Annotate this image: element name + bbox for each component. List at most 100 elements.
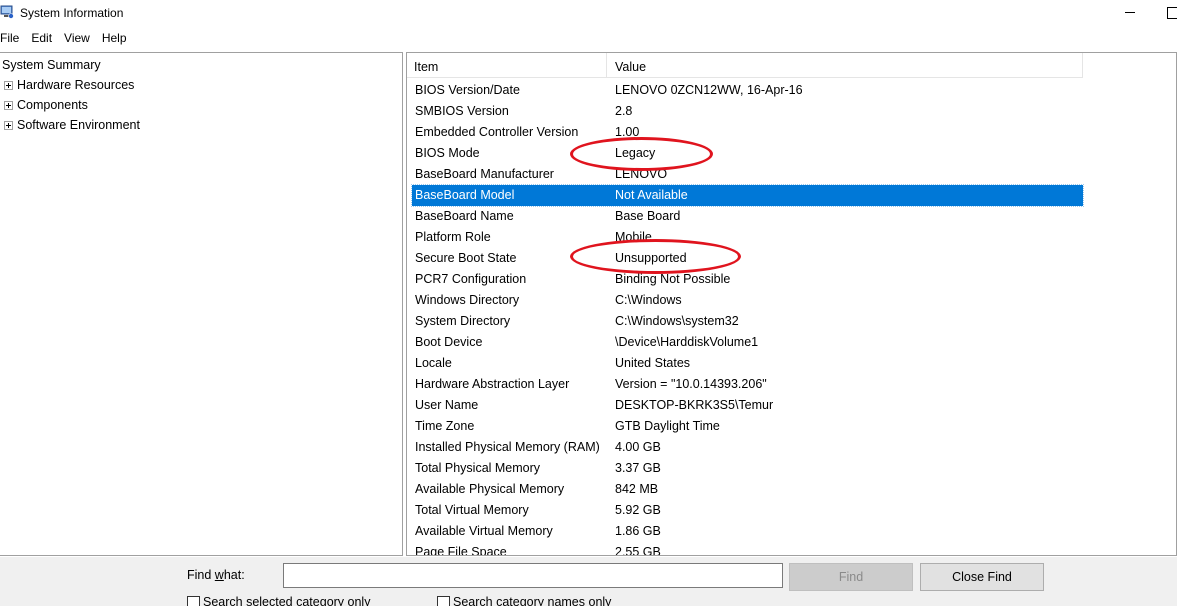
menu-view[interactable]: View <box>58 28 96 48</box>
checkbox-box[interactable] <box>187 596 200 606</box>
row-item-cell: Embedded Controller Version <box>415 125 579 139</box>
table-row[interactable]: Available Virtual Memory 1.86 GB <box>412 521 1083 542</box>
row-value-cell: United States <box>615 356 691 370</box>
table-row[interactable]: Time Zone GTB Daylight Time <box>412 416 1083 437</box>
row-value-cell: Base Board <box>615 209 681 223</box>
table-row[interactable]: Platform Role Mobile <box>412 227 1083 248</box>
expand-icon[interactable] <box>4 120 13 130</box>
row-item-cell: Time Zone <box>415 419 475 433</box>
row-value-cell: \Device\HarddiskVolume1 <box>615 335 759 349</box>
checkbox-label: Search category names only <box>453 595 612 606</box>
row-item-cell: Available Physical Memory <box>415 482 565 496</box>
row-value-cell: 3.37 GB <box>615 461 661 475</box>
row-value-cell: Mobile <box>615 230 652 244</box>
row-item-cell: Total Virtual Memory <box>415 503 529 517</box>
system-information-icon <box>0 5 14 19</box>
checkbox-box[interactable] <box>437 596 450 606</box>
list-rows: BIOS Version/Date LENOVO 0ZCN12WW, 16-Apr… <box>411 80 1084 556</box>
row-value-cell: LENOVO 0ZCN12WW, 16-Apr-16 <box>615 83 803 97</box>
row-item-cell: SMBIOS Version <box>415 104 509 118</box>
search-category-names-checkbox[interactable]: Search category names only <box>437 595 611 606</box>
row-item-cell: System Directory <box>415 314 511 328</box>
row-value-cell: LENOVO <box>615 167 668 181</box>
maximize-button[interactable] <box>1160 1 1177 23</box>
close-find-button[interactable]: Close Find <box>920 563 1044 591</box>
table-row[interactable]: SMBIOS Version 2.8 <box>412 101 1083 122</box>
tree-item-hardware-resources[interactable]: Hardware Resources <box>0 76 134 94</box>
menu-help[interactable]: Help <box>96 28 133 48</box>
row-item-cell: Total Physical Memory <box>415 461 541 475</box>
table-row[interactable]: Boot Device \Device\HarddiskVolume1 <box>412 332 1083 353</box>
details-list[interactable]: Item Value BIOS Version/Date LENOVO 0ZCN1… <box>406 52 1177 556</box>
find-button[interactable]: Find <box>789 563 913 591</box>
row-value-cell: C:\Windows\system32 <box>615 314 739 328</box>
table-row[interactable]: BaseBoard Manufacturer LENOVO <box>412 164 1083 185</box>
row-item-cell: Windows Directory <box>415 293 520 307</box>
find-label: Find what: <box>187 568 245 582</box>
table-row[interactable]: Embedded Controller Version 1.00 <box>412 122 1083 143</box>
row-item-cell: Installed Physical Memory (RAM) <box>415 440 600 454</box>
table-row[interactable]: Hardware Abstraction Layer Version = "10.… <box>412 374 1083 395</box>
row-value-cell: 2.55 GB <box>615 545 661 556</box>
table-row[interactable]: BaseBoard Model Not Available <box>411 184 1084 207</box>
table-row[interactable]: Installed Physical Memory (RAM) 4.00 GB <box>412 437 1083 458</box>
expand-icon[interactable] <box>4 100 13 110</box>
menu-file[interactable]: File <box>0 28 25 48</box>
table-row[interactable]: BIOS Version/Date LENOVO 0ZCN12WW, 16-Apr… <box>412 80 1083 101</box>
tree-item-label: Hardware Resources <box>17 78 135 92</box>
table-row[interactable]: Total Physical Memory 3.37 GB <box>412 458 1083 479</box>
column-header-value[interactable]: Value <box>608 53 1083 78</box>
table-row[interactable]: Page File Space 2.55 GB <box>412 542 1083 556</box>
table-row[interactable]: Locale United States <box>412 353 1083 374</box>
minimize-button[interactable] <box>1119 1 1141 23</box>
row-value-cell: Not Available <box>615 188 688 202</box>
row-value-cell: Unsupported <box>615 251 687 265</box>
row-item-cell: Hardware Abstraction Layer <box>415 377 570 391</box>
row-item-cell: BaseBoard Model <box>415 188 515 202</box>
row-value-cell: 4.00 GB <box>615 440 661 454</box>
row-item-cell: BIOS Mode <box>415 146 480 160</box>
row-value-cell: GTB Daylight Time <box>615 419 720 433</box>
search-selected-category-checkbox[interactable]: Search selected category only <box>187 595 370 606</box>
title-bar: System Information <box>0 0 1177 26</box>
table-row[interactable]: User Name DESKTOP-BKRK3S5\Temur <box>412 395 1083 416</box>
tree-item-label: System Summary <box>2 58 101 72</box>
table-row[interactable]: BIOS Mode Legacy <box>412 143 1083 164</box>
row-value-cell: Version = "10.0.14393.206" <box>615 377 767 391</box>
tree-item-system-summary[interactable]: System Summary <box>1 56 102 74</box>
row-value-cell: 1.00 <box>615 125 640 139</box>
row-value-cell: 5.92 GB <box>615 503 661 517</box>
expand-icon[interactable] <box>4 80 13 90</box>
menu-edit[interactable]: Edit <box>25 28 58 48</box>
find-bar: Find what: Find Close Find Search select… <box>0 557 1177 606</box>
row-value-cell: C:\Windows <box>615 293 682 307</box>
table-row[interactable]: Total Virtual Memory 5.92 GB <box>412 500 1083 521</box>
table-row[interactable]: Secure Boot State Unsupported <box>412 248 1083 269</box>
row-item-cell: BIOS Version/Date <box>415 83 520 97</box>
row-item-cell: BaseBoard Name <box>415 209 514 223</box>
find-input[interactable] <box>283 563 783 588</box>
row-value-cell: Legacy <box>615 146 656 160</box>
table-row[interactable]: PCR7 Configuration Binding Not Possible <box>412 269 1083 290</box>
row-item-cell: Locale <box>415 356 452 370</box>
row-value-cell: 2.8 <box>615 104 633 118</box>
row-item-cell: BaseBoard Manufacturer <box>415 167 554 181</box>
row-item-cell: Page File Space <box>415 545 507 556</box>
column-header-item[interactable]: Item <box>407 53 607 78</box>
table-row[interactable]: Available Physical Memory 842 MB <box>412 479 1083 500</box>
window-title: System Information <box>20 6 124 20</box>
tree-item-components[interactable]: Components <box>0 96 88 114</box>
tree-item-label: Software Environment <box>17 118 140 132</box>
list-header: Item Value <box>407 53 1083 78</box>
row-item-cell: User Name <box>415 398 479 412</box>
row-item-cell: Boot Device <box>415 335 483 349</box>
row-value-cell: Binding Not Possible <box>615 272 731 286</box>
row-item-cell: Secure Boot State <box>415 251 517 265</box>
table-row[interactable]: System Directory C:\Windows\system32 <box>412 311 1083 332</box>
table-row[interactable]: Windows Directory C:\Windows <box>412 290 1083 311</box>
row-item-cell: PCR7 Configuration <box>415 272 527 286</box>
category-tree[interactable]: System Summary Hardware Resources Compon… <box>0 52 403 556</box>
tree-item-software-environment[interactable]: Software Environment <box>0 116 140 134</box>
checkbox-label: Search selected category only <box>203 595 371 606</box>
table-row[interactable]: BaseBoard Name Base Board <box>412 206 1083 227</box>
